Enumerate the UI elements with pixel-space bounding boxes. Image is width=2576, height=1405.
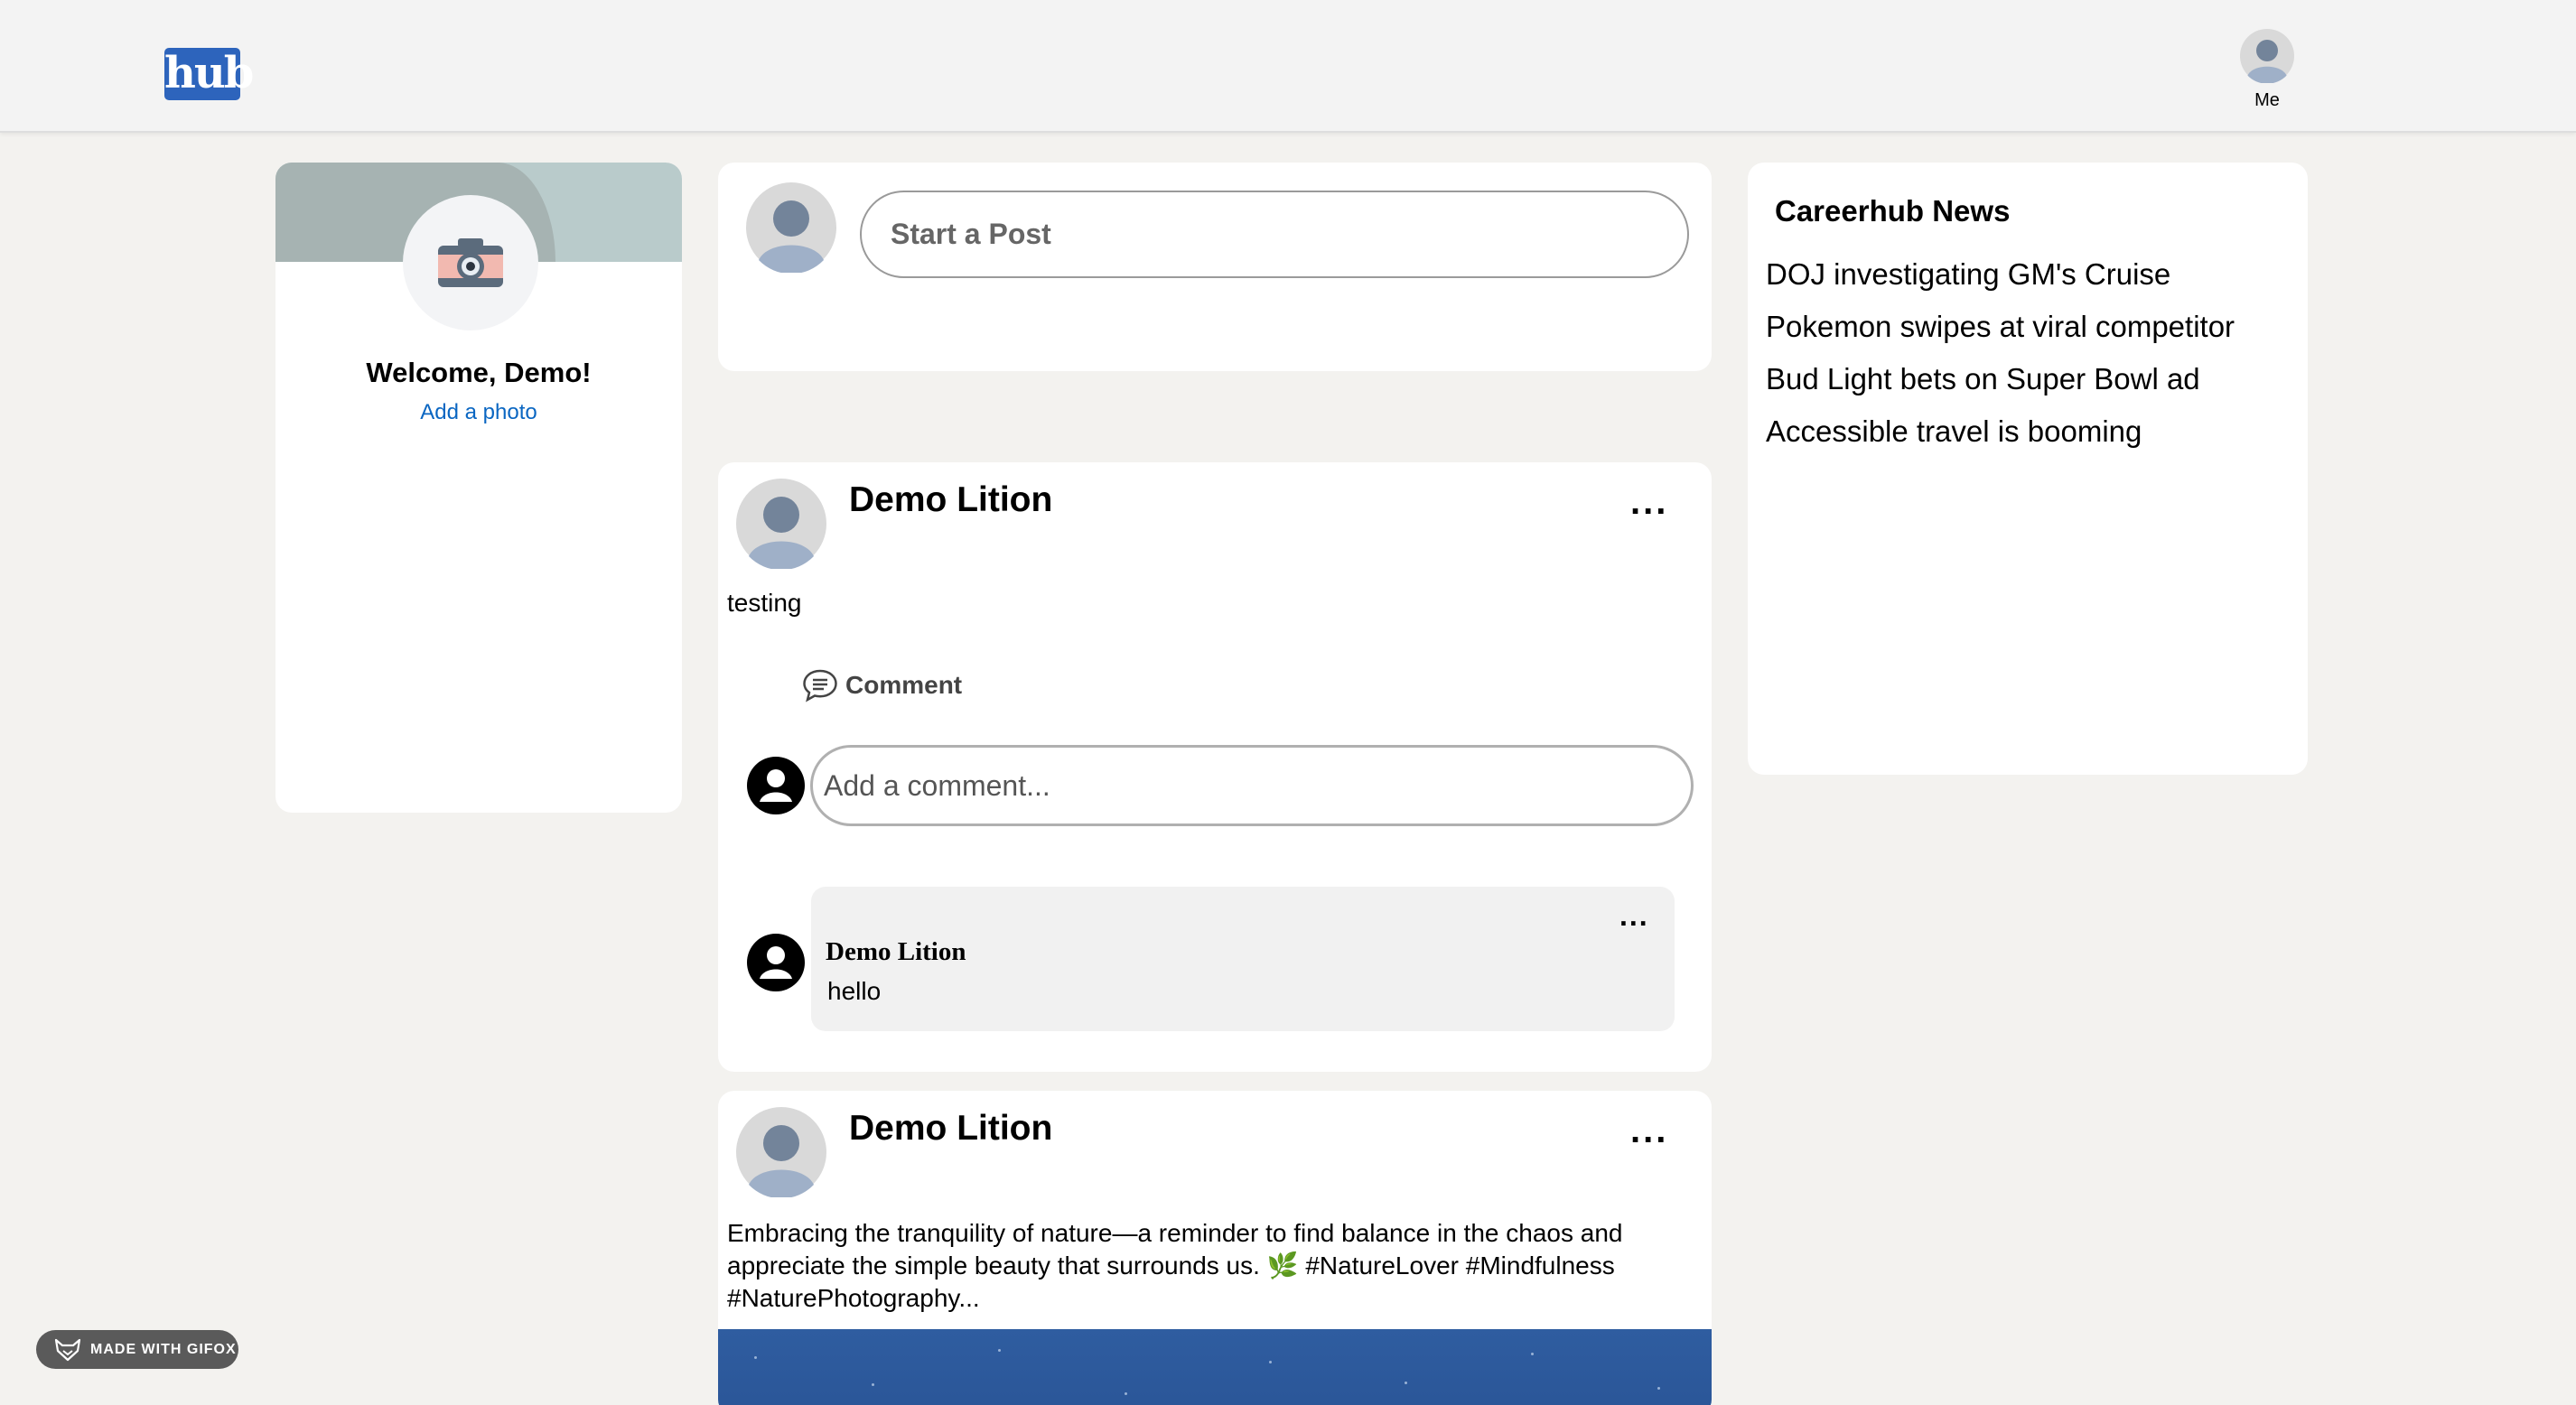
- post-text: Embracing the tranquility of nature—a re…: [727, 1219, 1623, 1312]
- comment-text: hello: [827, 977, 882, 1005]
- comment-item: ... Demo Lition hello: [811, 887, 1675, 1031]
- comment-label: Comment: [845, 671, 963, 699]
- post-image[interactable]: [718, 1329, 1712, 1405]
- add-comment-input[interactable]: Add a comment...: [810, 745, 1694, 826]
- welcome-heading: Welcome, Demo!: [366, 357, 592, 388]
- post-author-name[interactable]: Demo Lition: [849, 1109, 1052, 1149]
- news-item[interactable]: DOJ investigating GM's Cruise: [1766, 256, 2235, 309]
- news-list: DOJ investigating GM's Cruise Pokemon sw…: [1766, 256, 2235, 466]
- camera-icon[interactable]: [436, 237, 505, 291]
- me-menu[interactable]: Me: [2231, 29, 2303, 111]
- post-author-avatar-icon[interactable]: [736, 1107, 826, 1197]
- comment-button[interactable]: Comment: [802, 668, 962, 702]
- post-card: Demo Lition ... testing Comment Add a co…: [718, 462, 1712, 1072]
- news-card: Careerhub News DOJ investigating GM's Cr…: [1748, 163, 2308, 775]
- post-card: Demo Lition ... Embracing the tranquilit…: [718, 1091, 1712, 1405]
- post-text: testing: [727, 589, 802, 617]
- me-label[interactable]: Me: [2231, 90, 2303, 111]
- profile-card: Welcome, Demo! Add a photo: [275, 163, 682, 813]
- composer-avatar-icon: [746, 182, 836, 273]
- post-author-name[interactable]: Demo Lition: [849, 480, 1052, 520]
- start-post-card: Start a Post: [718, 163, 1712, 371]
- news-item[interactable]: Accessible travel is booming: [1766, 414, 2235, 466]
- post-options-button[interactable]: ...: [1630, 1111, 1668, 1151]
- comment-author-avatar-icon: [747, 934, 805, 996]
- start-post-input[interactable]: Start a Post: [860, 191, 1689, 278]
- commenter-avatar-icon: [747, 757, 805, 819]
- user-avatar-icon[interactable]: [2240, 29, 2294, 83]
- news-item[interactable]: Bud Light bets on Super Bowl ad: [1766, 361, 2235, 414]
- news-item[interactable]: Pokemon swipes at viral competitor: [1766, 309, 2235, 361]
- careerhub-logo[interactable]: hub: [164, 48, 254, 100]
- gifox-label: MADE WITH GIFOX: [90, 1341, 237, 1357]
- post-options-button[interactable]: ...: [1630, 482, 1668, 523]
- fox-icon: [54, 1338, 81, 1361]
- comment-author-name: Demo Lition: [826, 937, 966, 966]
- news-title: Careerhub News: [1775, 194, 2011, 228]
- comment-options-button[interactable]: ...: [1619, 899, 1649, 933]
- gifox-badge: MADE WITH GIFOX: [36, 1330, 238, 1369]
- top-navigation-bar: hub Me: [0, 0, 2576, 133]
- comment-bubble-icon: [803, 669, 837, 702]
- post-author-avatar-icon[interactable]: [736, 479, 826, 569]
- add-photo-link[interactable]: Add a photo: [275, 400, 682, 425]
